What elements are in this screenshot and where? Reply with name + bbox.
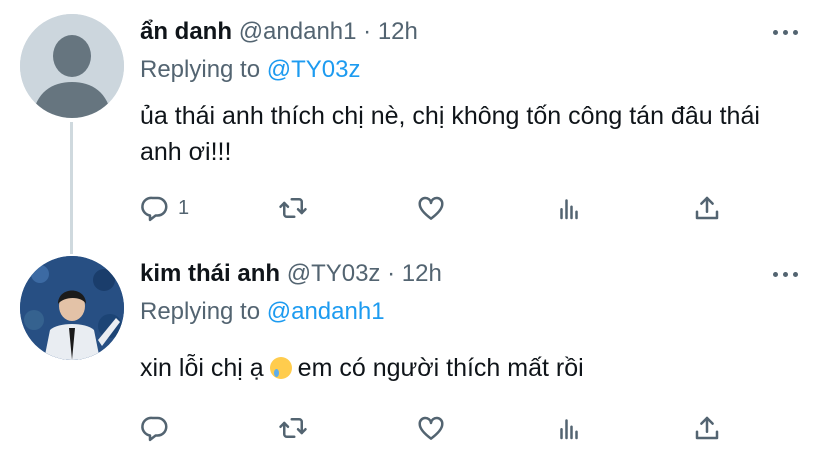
tweet-text-part: xin lỗi chị ạ [140,354,264,382]
replying-to: Replying to @andanh1 [140,298,385,326]
more-dot [793,30,798,35]
more-dot [783,272,788,277]
tweet-text-part: em có người thích mất rồi [297,354,584,382]
tweet[interactable]: ẩn danh @andanh1 · 12h Replying to @TY03… [0,0,828,248]
tweet[interactable]: kim thái anh @TY03z · 12h Replying to @a… [0,248,828,460]
like-button[interactable] [416,410,446,446]
more-dot [773,272,778,277]
tweet-text: xin lỗi chị ạ em có người thích mất rồi [140,350,800,386]
like-icon [418,416,444,440]
more-icon[interactable] [773,30,798,35]
share-icon [695,196,719,220]
reply-icon [141,416,168,442]
default-avatar-icon [20,14,124,118]
more-dot [783,30,788,35]
action-bar: 1 [140,190,740,226]
retweet-button[interactable] [278,190,308,226]
more-dot [773,30,778,35]
analytics-button[interactable] [554,190,584,226]
display-name[interactable]: kim thái anh [140,260,280,287]
retweet-icon [279,198,307,218]
mention-link[interactable]: @andanh1 [267,298,385,325]
analytics-icon [560,199,578,220]
action-bar [140,410,740,446]
replying-prefix: Replying to [140,56,261,83]
tweet-header: kim thái anh @TY03z · 12h [140,260,442,288]
reply-icon [141,196,168,222]
user-handle[interactable]: @andanh1 [239,18,357,45]
more-dot [793,272,798,277]
more-icon[interactable] [773,272,798,277]
share-button[interactable] [692,410,722,446]
retweet-button[interactable] [278,410,308,446]
timestamp[interactable]: 12h [378,18,418,45]
crying-face-icon [269,357,292,379]
separator-dot: · [387,260,396,287]
retweet-icon [279,418,307,438]
mention-link[interactable]: @TY03z [267,56,361,83]
share-button[interactable] [692,190,722,226]
tweet-header: ẩn danh @andanh1 · 12h [140,18,418,46]
timestamp[interactable]: 12h [402,260,442,287]
profile-photo [20,256,124,360]
replying-prefix: Replying to [140,298,261,325]
reply-button[interactable]: 1 [140,190,189,226]
like-icon [418,196,444,220]
tweet-text: ủa thái anh thích chị nè, chị không tốn … [140,102,760,166]
replying-to: Replying to @TY03z [140,56,360,84]
avatar[interactable] [20,256,124,360]
reply-count: 1 [178,196,190,219]
display-name[interactable]: ẩn danh [140,18,232,45]
avatar[interactable] [20,14,124,118]
like-button[interactable] [416,190,446,226]
reply-button[interactable] [140,410,178,446]
share-icon [695,416,719,440]
separator-dot: · [363,18,372,45]
analytics-icon [560,419,578,440]
user-handle[interactable]: @TY03z [287,260,381,287]
analytics-button[interactable] [554,410,584,446]
